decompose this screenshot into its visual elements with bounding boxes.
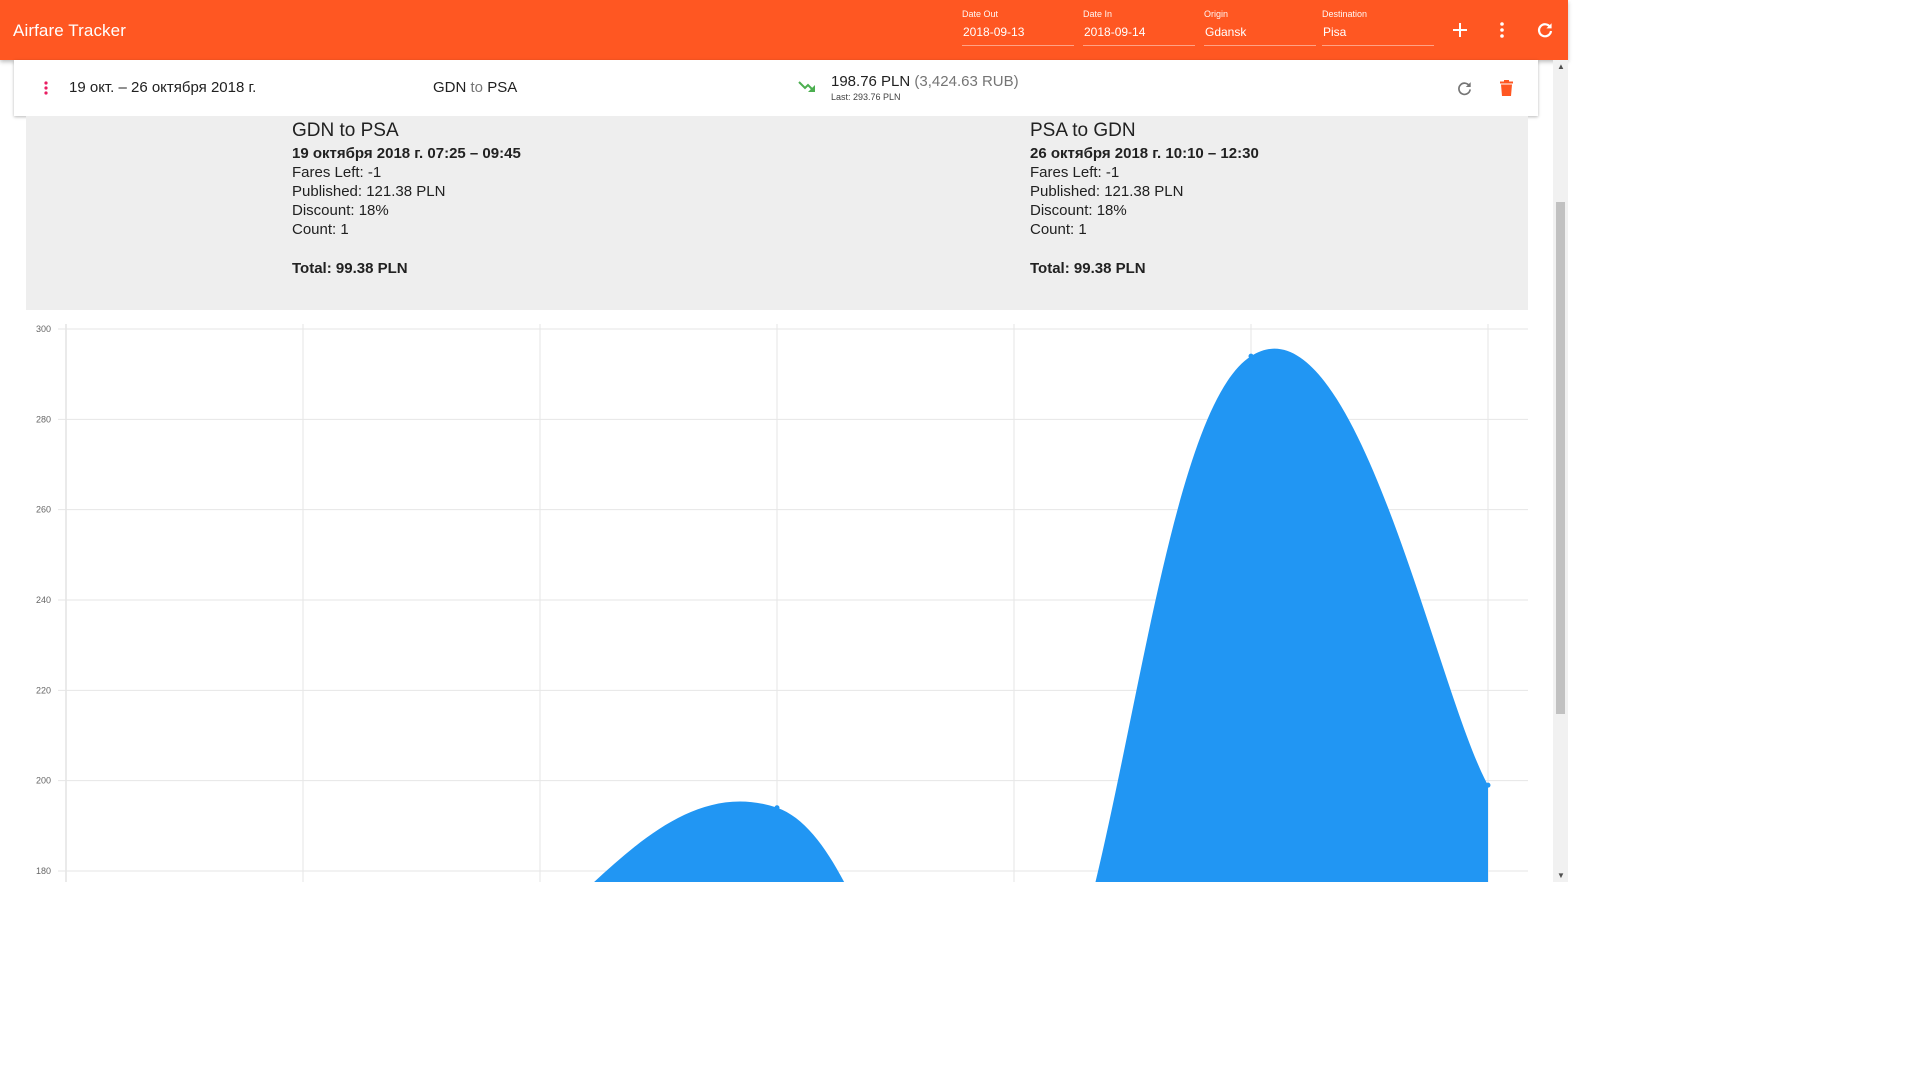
result-row[interactable]: 19 окт. – 26 октября 2018 г. GDN to PSA … [14,60,1538,116]
outbound-leg: GDN to PSA 19 октября 2018 г. 07:25 – 09… [292,121,521,278]
refresh-icon[interactable] [1533,18,1557,42]
date-in-label: Date In [1083,9,1113,19]
return-total: Total: 99.38 PLN [1030,260,1146,277]
price-pln: 198.76 PLN [831,73,911,90]
row-refresh-icon[interactable] [1452,76,1476,100]
last-price: Last: 293.76 PLN [831,92,901,102]
delete-icon[interactable] [1494,76,1518,100]
return-published: Published: 121.38 PLN [1030,183,1184,200]
add-icon[interactable] [1448,18,1472,42]
date-out-value[interactable]: 2018-09-13 [962,25,1074,39]
data-point [1248,353,1254,359]
scroll-up-arrow[interactable]: ▲ [1557,62,1565,71]
outbound-discount: Discount: 18% [292,202,389,219]
more-vert-icon[interactable] [1490,18,1514,42]
outbound-fares-left: Fares Left: -1 [292,164,382,181]
data-point [774,805,780,811]
destination-field[interactable]: Destination Pisa [1322,9,1434,46]
row-more-vert-icon[interactable] [40,80,52,96]
return-time: 26 октября 2018 г. 10:10 – 12:30 [1030,145,1259,162]
scroll-down-arrow[interactable]: ▼ [1557,871,1565,880]
date-out-field[interactable]: Date Out 2018-09-13 [962,9,1074,46]
y-tick-label: 260 [36,505,51,515]
y-tick-label: 240 [36,595,51,605]
scrollbar[interactable]: ▲ ▼ [1553,60,1568,882]
return-fares-left: Fares Left: -1 [1030,164,1120,181]
origin-field[interactable]: Origin Gdansk [1204,9,1316,46]
data-point [1485,782,1491,788]
price-history-chart: 300 280 260 240 220 200 180 [0,310,1568,882]
app-bar: Airfare Tracker Date Out 2018-09-13 Date… [0,0,1568,60]
flight-details-panel: GDN to PSA 19 октября 2018 г. 07:25 – 09… [26,116,1528,310]
route-destination: PSA [487,79,518,96]
y-tick-label: 220 [36,685,51,695]
y-tick-label: 300 [36,324,51,334]
origin-value[interactable]: Gdansk [1204,25,1316,39]
destination-label: Destination [1322,9,1368,19]
outbound-total: Total: 99.38 PLN [292,260,408,277]
outbound-count: Count: 1 [292,221,349,238]
route-origin: GDN [433,79,467,96]
date-out-label: Date Out [962,9,999,19]
y-tick-label: 200 [36,776,51,786]
origin-label: Origin [1204,9,1229,19]
return-title: PSA to GDN [1030,120,1136,141]
trip-dates: 19 окт. – 26 октября 2018 г. [69,79,257,96]
y-tick-label: 180 [36,866,51,876]
route-to-word: to [470,79,484,96]
return-leg: PSA to GDN 26 октября 2018 г. 10:10 – 12… [1030,121,1259,278]
outbound-published: Published: 121.38 PLN [292,183,446,200]
y-tick-label: 280 [36,414,51,424]
destination-value[interactable]: Pisa [1322,25,1434,39]
return-count: Count: 1 [1030,221,1087,238]
outbound-time: 19 октября 2018 г. 07:25 – 09:45 [292,145,521,162]
scroll-thumb[interactable] [1556,202,1565,714]
date-in-field[interactable]: Date In 2018-09-14 [1083,9,1195,46]
current-price: 198.76 PLN (3,424.63 RUB) [831,73,1019,90]
return-discount: Discount: 18% [1030,202,1127,219]
app-title: Airfare Tracker [13,21,126,40]
date-in-value[interactable]: 2018-09-14 [1083,25,1195,39]
outbound-title: GDN to PSA [292,120,399,141]
price-chart-svg: 300 280 260 240 220 200 180 [36,324,1528,882]
price-rub: (3,424.63 RUB) [914,73,1019,90]
trending-down-icon [798,79,816,97]
trip-route: GDN to PSA [433,79,517,96]
